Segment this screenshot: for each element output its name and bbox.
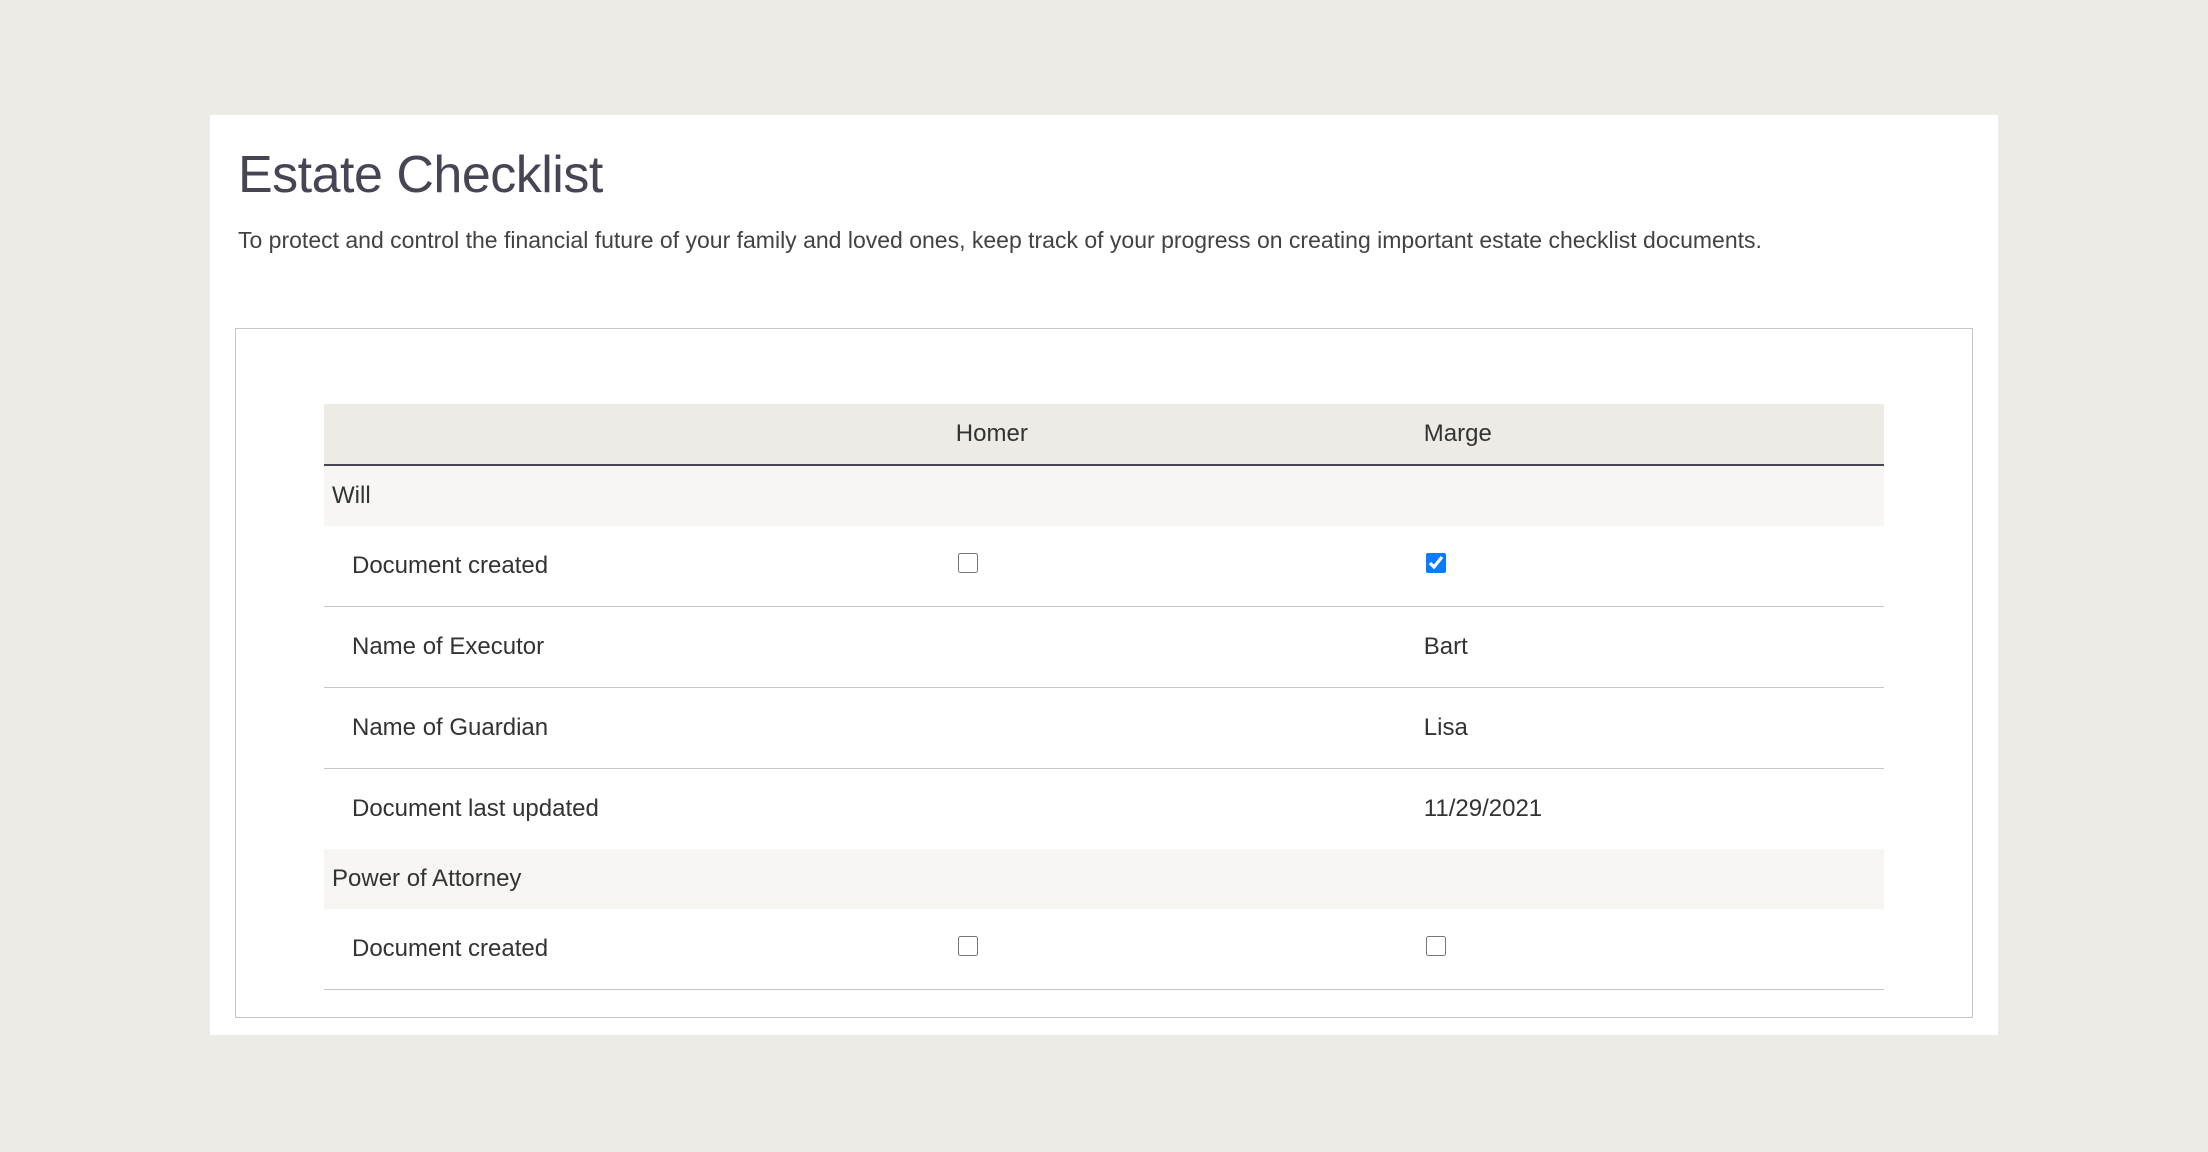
cell-person1 (956, 909, 1424, 990)
value-text: Lisa (1424, 714, 1468, 741)
cell-person2: Bart (1424, 606, 1884, 687)
row-label: Document created (324, 526, 956, 607)
row-label: Document last updated (324, 768, 956, 849)
column-header-person2: Marge (1424, 404, 1884, 465)
checkbox-poa-docCreated-person2[interactable] (1426, 936, 1446, 956)
cell-person2: 11/29/2021 (1424, 768, 1884, 849)
header-area: Estate Checklist To protect and control … (210, 115, 1998, 328)
value-text: 11/29/2021 (1424, 795, 1542, 822)
table-row: Document last updated 11/29/2021 (324, 768, 1884, 849)
cell-person1 (956, 526, 1424, 607)
content-frame: Homer Marge Will Document created (235, 328, 1973, 1018)
table-row: Name of Guardian Lisa (324, 687, 1884, 768)
cell-person1 (956, 687, 1424, 768)
checkbox-will-docCreated-person2[interactable] (1426, 553, 1446, 573)
value-text: Bart (1424, 633, 1468, 660)
column-header-blank (324, 404, 956, 465)
table-header-row: Homer Marge (324, 404, 1884, 465)
table-row: Name of Executor Bart (324, 606, 1884, 687)
cell-person2 (1424, 909, 1884, 990)
cell-person1 (956, 768, 1424, 849)
main-card: Estate Checklist To protect and control … (210, 115, 1998, 1035)
page-background: Estate Checklist To protect and control … (0, 0, 2208, 1035)
page-title: Estate Checklist (238, 145, 1970, 205)
cell-person1 (956, 606, 1424, 687)
estate-table: Homer Marge Will Document created (324, 404, 1884, 990)
section-row-poa: Power of Attorney (324, 849, 1884, 909)
column-header-person1: Homer (956, 404, 1424, 465)
checkbox-poa-docCreated-person1[interactable] (958, 936, 978, 956)
row-label: Document created (324, 909, 956, 990)
checkbox-will-docCreated-person1[interactable] (958, 553, 978, 573)
row-label: Name of Executor (324, 606, 956, 687)
page-subtitle: To protect and control the financial fut… (238, 223, 1970, 258)
row-label: Name of Guardian (324, 687, 956, 768)
table-row: Document created (324, 909, 1884, 990)
cell-person2: Lisa (1424, 687, 1884, 768)
section-row-will: Will (324, 465, 1884, 526)
table-body: Will Document created Name of Executor (324, 465, 1884, 990)
cell-person2 (1424, 526, 1884, 607)
section-label: Power of Attorney (324, 849, 1884, 909)
section-label: Will (324, 465, 1884, 526)
table-row: Document created (324, 526, 1884, 607)
